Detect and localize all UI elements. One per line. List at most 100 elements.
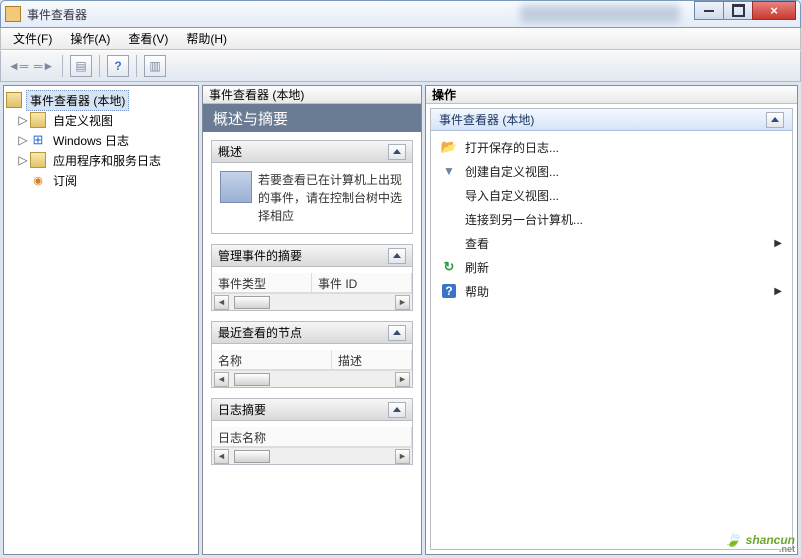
scroll-right-button[interactable]: ► <box>395 372 410 387</box>
scroll-left-button[interactable]: ◄ <box>214 295 229 310</box>
section-body: 名称 描述 ◄ ► <box>212 344 412 387</box>
menubar: 文件(F) 操作(A) 查看(V) 帮助(H) <box>0 28 801 50</box>
tree: 事件查看器 (本地) ▷ 自定义视图 ▷ Windows 日志 ▷ 应用程序和服… <box>4 86 198 194</box>
action-label: 导入自定义视图... <box>465 187 559 204</box>
collapse-icon[interactable] <box>388 144 406 160</box>
tree-node-custom-views[interactable]: ▷ 自定义视图 <box>6 110 196 130</box>
tree-root[interactable]: 事件查看器 (本地) <box>6 90 196 110</box>
collapse-icon[interactable] <box>388 325 406 341</box>
section-title: 最近查看的节点 <box>218 324 302 341</box>
scroll-left-button[interactable]: ◄ <box>214 372 229 387</box>
scroll-track[interactable] <box>230 295 394 310</box>
col-event-id[interactable]: 事件 ID <box>312 273 412 292</box>
toolbar: ◄═ ═► ▤ ? ▥ <box>0 50 801 82</box>
tree-node-windows-logs[interactable]: ▷ Windows 日志 <box>6 130 196 150</box>
section-header[interactable]: 最近查看的节点 <box>212 322 412 344</box>
help-button[interactable]: ? <box>107 55 129 77</box>
overview-icon <box>220 171 252 203</box>
scroll-track[interactable] <box>230 372 394 387</box>
event-viewer-icon <box>6 92 22 108</box>
col-event-type[interactable]: 事件类型 <box>212 273 312 292</box>
recent-nodes-section: 最近查看的节点 名称 描述 ◄ ► <box>211 321 413 388</box>
col-name[interactable]: 名称 <box>212 350 332 369</box>
tree-label: 自定义视图 <box>50 111 116 130</box>
horizontal-scrollbar[interactable]: ◄ ► <box>212 370 412 387</box>
action-label: 帮助 <box>465 283 489 300</box>
window-controls: × <box>695 1 796 20</box>
properties-button[interactable]: ▥ <box>144 55 166 77</box>
titlebar: 事件查看器 × <box>0 0 801 28</box>
action-refresh[interactable]: 刷新 <box>433 255 790 279</box>
actions-title: 操作 <box>426 86 797 104</box>
section-header[interactable]: 管理事件的摘要 <box>212 245 412 267</box>
section-title: 管理事件的摘要 <box>218 247 302 264</box>
detail-pane: 事件查看器 (本地) 概述与摘要 概述 若要查看已在计算机上出现的事件，请在控制… <box>202 85 422 555</box>
scroll-thumb[interactable] <box>234 296 270 309</box>
tree-node-subscriptions[interactable]: 订阅 <box>6 170 196 190</box>
minimize-button[interactable] <box>694 1 724 20</box>
action-list: 打开保存的日志... 创建自定义视图... 导入自定义视图... 连接到另一台计… <box>431 131 792 307</box>
menu-file[interactable]: 文件(F) <box>7 28 58 49</box>
action-connect-computer[interactable]: 连接到另一台计算机... <box>433 207 790 231</box>
windows-icon <box>30 132 46 148</box>
menu-action[interactable]: 操作(A) <box>64 28 116 49</box>
expand-icon[interactable]: ▷ <box>16 153 30 167</box>
admin-events-section: 管理事件的摘要 事件类型 事件 ID ◄ ► <box>211 244 413 311</box>
action-import-custom-view[interactable]: 导入自定义视图... <box>433 183 790 207</box>
col-log-name[interactable]: 日志名称 <box>212 427 412 446</box>
column-headers: 事件类型 事件 ID <box>212 273 412 293</box>
chevron-right-icon: ▶ <box>774 286 782 297</box>
tree-label: Windows 日志 <box>50 131 132 150</box>
action-create-custom-view[interactable]: 创建自定义视图... <box>433 159 790 183</box>
collapse-icon[interactable] <box>388 248 406 264</box>
blank-icon <box>441 211 457 227</box>
action-open-saved-log[interactable]: 打开保存的日志... <box>433 135 790 159</box>
tree-node-app-service-logs[interactable]: ▷ 应用程序和服务日志 <box>6 150 196 170</box>
expand-icon[interactable]: ▷ <box>16 113 30 127</box>
scroll-thumb[interactable] <box>234 450 270 463</box>
action-view[interactable]: 查看 ▶ <box>433 231 790 255</box>
section-header[interactable]: 日志摘要 <box>212 399 412 421</box>
horizontal-scrollbar[interactable]: ◄ ► <box>212 447 412 464</box>
col-description[interactable]: 描述 <box>332 350 412 369</box>
action-panel-title: 事件查看器 (本地) <box>439 111 534 128</box>
action-label: 连接到另一台计算机... <box>465 211 583 228</box>
scroll-thumb[interactable] <box>234 373 270 386</box>
tree-root-label: 事件查看器 (本地) <box>26 90 129 111</box>
content-area: 事件查看器 (本地) ▷ 自定义视图 ▷ Windows 日志 ▷ 应用程序和服… <box>0 82 801 558</box>
toolbar-separator <box>136 55 137 77</box>
app-icon <box>5 6 21 22</box>
menu-help[interactable]: 帮助(H) <box>180 28 233 49</box>
section-body: 日志名称 ◄ ► <box>212 421 412 464</box>
action-panel: 事件查看器 (本地) 打开保存的日志... 创建自定义视图... 导入自定义视图… <box>430 108 793 550</box>
expand-icon[interactable]: ▷ <box>16 133 30 147</box>
action-label: 创建自定义视图... <box>465 163 559 180</box>
scroll-left-button[interactable]: ◄ <box>214 449 229 464</box>
action-panel-header[interactable]: 事件查看器 (本地) <box>431 109 792 131</box>
collapse-icon[interactable] <box>388 402 406 418</box>
forward-button[interactable]: ═► <box>33 55 55 77</box>
maximize-button[interactable] <box>723 1 753 20</box>
log-summary-section: 日志摘要 日志名称 ◄ ► <box>211 398 413 465</box>
action-label: 查看 <box>465 235 489 252</box>
horizontal-scrollbar[interactable]: ◄ ► <box>212 293 412 310</box>
tree-label: 订阅 <box>50 171 80 190</box>
menu-view[interactable]: 查看(V) <box>122 28 174 49</box>
blank-icon <box>441 187 457 203</box>
scroll-right-button[interactable]: ► <box>395 295 410 310</box>
toolbar-separator <box>62 55 63 77</box>
open-icon <box>441 139 457 155</box>
collapse-icon[interactable] <box>766 112 784 128</box>
detail-pane-title: 事件查看器 (本地) <box>203 86 421 104</box>
back-button[interactable]: ◄═ <box>7 55 29 77</box>
show-hide-tree-button[interactable]: ▤ <box>70 55 92 77</box>
section-header[interactable]: 概述 <box>212 141 412 163</box>
section-title: 概述 <box>218 143 242 160</box>
close-button[interactable]: × <box>752 1 796 20</box>
detail-subtitle: 概述与摘要 <box>203 104 421 132</box>
overview-text: 若要查看已在计算机上出现的事件，请在控制台树中选择相应 <box>258 171 404 225</box>
action-help[interactable]: 帮助 ▶ <box>433 279 790 303</box>
scroll-right-button[interactable]: ► <box>395 449 410 464</box>
filter-icon <box>441 163 457 179</box>
scroll-track[interactable] <box>230 449 394 464</box>
